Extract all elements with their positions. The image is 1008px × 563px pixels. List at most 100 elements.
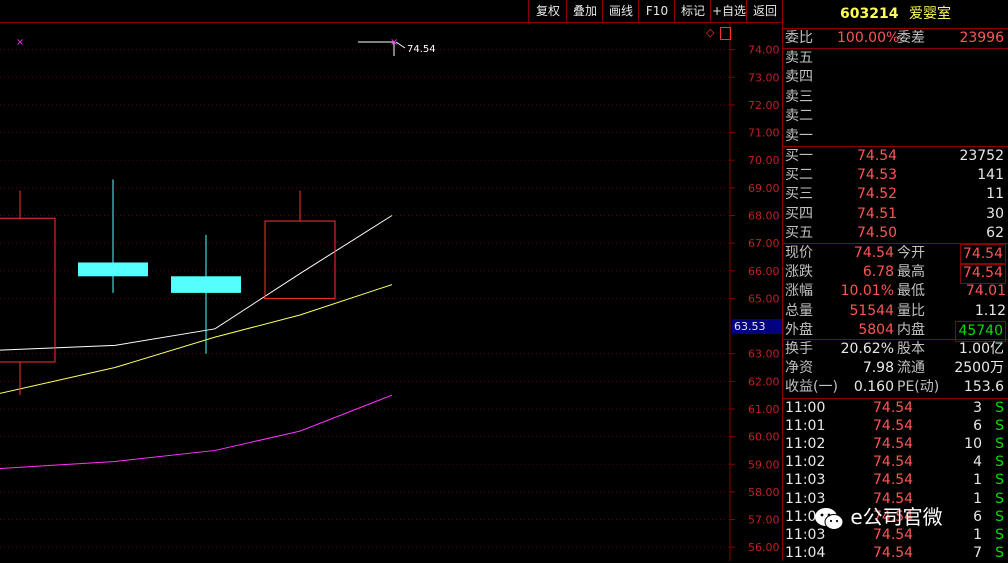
tick-price: 74.54 — [873, 418, 914, 435]
sell-label: 卖五 — [785, 50, 813, 66]
fundamental-row: 收益(一) 0.160 PE(动) 153.6 — [783, 378, 1008, 397]
weibi-label: 委比 — [785, 30, 813, 46]
y-tick-label: 72.00 — [748, 99, 780, 112]
tick-volume: 1 — [973, 472, 982, 489]
tick-time: 11:03 — [785, 472, 826, 489]
y-tick-label: 71.00 — [748, 127, 780, 140]
sell-row: 卖一 — [783, 127, 1008, 146]
buy-volume: 30 — [986, 205, 1004, 222]
y-tick-label: 66.00 — [748, 265, 780, 278]
mark-button[interactable]: 标记 — [674, 0, 711, 22]
y-tick-label: 60.00 — [748, 431, 780, 444]
buy-price: 74.53 — [857, 167, 898, 184]
stat-label: 最低 — [897, 283, 925, 300]
weicha-value: 23996 — [959, 30, 1004, 46]
candle-body-up — [264, 220, 336, 299]
buy-label: 买五 — [785, 224, 813, 241]
y-tick-label: 59.00 — [748, 458, 780, 471]
window-icon[interactable] — [720, 27, 731, 40]
stat-value: 6.78 — [862, 264, 894, 281]
back-button[interactable]: 返回 — [746, 0, 783, 22]
stock-title: 603214 爱婴室 — [783, 0, 1008, 29]
tick-time: 11:04 — [785, 544, 826, 561]
tick-side: S — [995, 490, 1004, 507]
sell-row: 卖四 — [783, 68, 1008, 87]
weibi-value: 100.00% — [837, 30, 900, 46]
sell-label: 卖一 — [785, 127, 813, 144]
tick-volume: 6 — [973, 418, 982, 435]
tick-volume: 7 — [973, 544, 982, 561]
stat-row: 外盘 5804 内盘 45740 — [783, 320, 1008, 342]
tick-price: 74.54 — [873, 544, 914, 561]
tick-time: 11:02 — [785, 436, 826, 453]
fund-value: 0.160 — [853, 379, 894, 396]
sell-label: 卖三 — [785, 88, 813, 105]
tick-volume: 3 — [973, 400, 982, 416]
stat-label: 总量 — [785, 302, 813, 319]
buy-row[interactable]: 买二 74.53 141 — [783, 166, 1008, 185]
sell-label: 卖四 — [785, 69, 813, 86]
y-tick-label: 61.00 — [748, 403, 780, 416]
buy-label: 买二 — [785, 167, 813, 184]
tick-side: S — [995, 418, 1004, 435]
stat-label: 内盘 — [897, 321, 925, 338]
buy-row[interactable]: 买四 74.51 30 — [783, 205, 1008, 224]
moving-average-line — [0, 394, 393, 470]
tick-side: S — [995, 508, 1004, 525]
y-tick-label: 67.00 — [748, 237, 780, 250]
buy-row[interactable]: 买三 74.52 11 — [783, 185, 1008, 204]
tick-time: 11:02 — [785, 454, 826, 471]
y-tick-label: 62.00 — [748, 375, 780, 388]
tick-time: 11:00 — [785, 400, 826, 416]
tick-side: S — [995, 454, 1004, 471]
sell-row: 卖五 — [783, 49, 1008, 68]
y-tick-label: 69.00 — [748, 182, 780, 195]
f10-button[interactable]: F10 — [638, 0, 675, 22]
weicha-label: 委差 — [897, 30, 925, 46]
fund-label: 流通 — [897, 360, 925, 377]
stat-label: 外盘 — [785, 321, 813, 338]
buy-row[interactable]: 买一 74.54 23752 — [783, 147, 1008, 166]
tick-side: S — [995, 526, 1004, 543]
draw-line-button[interactable]: 画线 — [602, 0, 639, 22]
stat-row: 涨幅 10.01% 最低 74.01 — [783, 282, 1008, 301]
fund-value: 153.6 — [963, 379, 1004, 396]
stock-code: 603214 — [840, 6, 899, 22]
candlestick-chart[interactable]: 74.00 73.00 72.00 71.00 70.00 69.00 68.00 67.00… — [0, 22, 782, 561]
tick-volume: 10 — [964, 436, 982, 453]
diamond-icon[interactable]: ◇ — [706, 26, 720, 40]
stock-name: 爱婴室 — [908, 6, 951, 22]
tick-row: 11:02 74.54 4 S — [783, 453, 1008, 472]
fundamental-row: 换手 20.62% 股本 1.00亿 — [783, 340, 1008, 359]
stat-value: 74.54 — [959, 244, 1006, 265]
stat-value: 10.01% — [840, 283, 894, 300]
stat-label: 量比 — [897, 302, 925, 319]
stat-value: 74.01 — [965, 283, 1006, 300]
add-watchlist-button[interactable]: +自选 — [710, 0, 747, 22]
fuquan-button[interactable]: 复权 — [528, 0, 567, 22]
watermark-text: e公司官微 — [850, 505, 943, 529]
weibi-row: 委比 100.00% 委差 23996 — [783, 29, 1008, 48]
fund-label: 换手 — [785, 341, 813, 357]
buy-volume: 23752 — [959, 148, 1004, 164]
tick-row: 11:03 74.54 1 S — [783, 471, 1008, 490]
stat-label: 最高 — [897, 264, 925, 281]
sell-row: 卖三 — [783, 88, 1008, 107]
sell-row: 卖二 — [783, 107, 1008, 126]
buy-row[interactable]: 买五 74.50 62 — [783, 224, 1008, 243]
stat-value: 74.54 — [959, 263, 1006, 285]
candle-body-up — [0, 217, 56, 363]
overlay-button[interactable]: 叠加 — [566, 0, 603, 22]
sell-label: 卖二 — [785, 108, 813, 125]
fundamental-row: 净资 7.98 流通 2500万 — [783, 359, 1008, 378]
tick-price: 74.54 — [873, 400, 914, 416]
y-tick-label: 65.00 — [748, 292, 780, 305]
stat-row: 涨跌 6.78 最高 74.54 — [783, 263, 1008, 285]
fund-label: PE(动) — [897, 379, 940, 396]
marker-x: × — [16, 37, 24, 48]
buy-volume: 62 — [986, 224, 1004, 241]
tick-volume: 4 — [973, 454, 982, 471]
buy-price: 74.54 — [857, 148, 898, 164]
fund-value: 1.00亿 — [958, 341, 1004, 357]
watermark: e公司官微 — [814, 500, 984, 534]
